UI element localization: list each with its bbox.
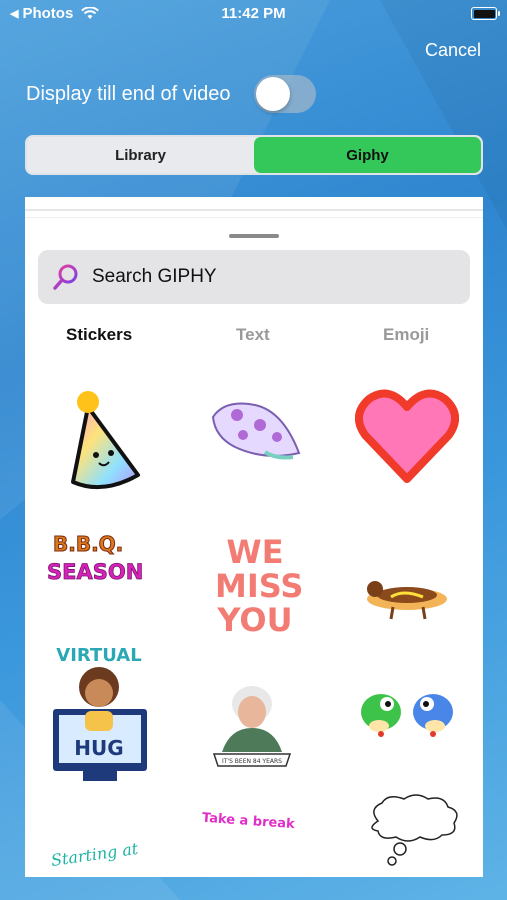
search-icon [53, 264, 78, 290]
display-till-end-row: Display till end of video [26, 74, 316, 114]
you-text: YOU [217, 601, 293, 639]
sticker-virtual-hug[interactable]: VIRTUAL HUG [47, 637, 152, 785]
segment-giphy[interactable]: Giphy [254, 137, 481, 173]
hug-text: HUG [74, 736, 123, 760]
miss-text: MISS [215, 567, 304, 605]
we-text: WE [226, 533, 284, 571]
display-till-end-toggle[interactable] [254, 75, 316, 113]
source-segmented-control: Library Giphy [25, 135, 483, 175]
take-a-break-text: Take a break [201, 811, 295, 832]
sticker-grandma-84-years[interactable]: IT'S BEEN 84 YEARS [210, 682, 295, 772]
giphy-tabs: Stickers Text Emoji [25, 325, 483, 349]
its-been-years-text: IT'S BEEN 84 YEARS [222, 758, 282, 765]
status-bar: ◀ Photos 11:42 PM [0, 0, 507, 30]
sticker-bbq-season[interactable]: B.B.Q. SEASON [47, 529, 152, 589]
tab-emoji[interactable]: Emoji [383, 325, 429, 345]
tab-stickers[interactable]: Stickers [66, 325, 132, 345]
sticker-bubble-bobble[interactable] [357, 682, 457, 740]
bbq-line1-text: B.B.Q. [53, 532, 123, 556]
search-field[interactable]: Search GIPHY [38, 250, 470, 304]
sticker-pizza-slice[interactable] [205, 397, 305, 467]
giphy-panel: Search GIPHY Stickers Text Emoji B.B.Q. … [25, 197, 483, 877]
virtual-text: VIRTUAL [56, 645, 141, 666]
starting-at-text: Starting at [50, 839, 140, 870]
cancel-button[interactable]: Cancel [425, 40, 481, 61]
toggle-label: Display till end of video [26, 82, 231, 105]
sticker-we-miss-you[interactable]: WE MISS YOU [215, 533, 304, 639]
sticker-thought-cloud[interactable] [358, 791, 468, 871]
toggle-knob [256, 77, 290, 111]
battery-icon [471, 7, 500, 20]
sticker-starting-at[interactable]: Starting at [47, 837, 147, 877]
sticker-hotdog-dog[interactable] [363, 577, 453, 625]
status-time: 11:42 PM [221, 5, 286, 22]
sticker-party-hat[interactable] [63, 387, 143, 492]
search-placeholder: Search GIPHY [92, 266, 217, 287]
divider [25, 209, 483, 211]
segment-library[interactable]: Library [27, 137, 254, 173]
sticker-heart[interactable] [355, 387, 459, 487]
divider [25, 217, 483, 218]
sheet-grabber[interactable] [229, 234, 279, 238]
sticker-take-a-break[interactable]: Take a break [200, 805, 300, 835]
tab-text[interactable]: Text [236, 325, 270, 345]
bbq-line2-text: SEASON [47, 560, 143, 584]
